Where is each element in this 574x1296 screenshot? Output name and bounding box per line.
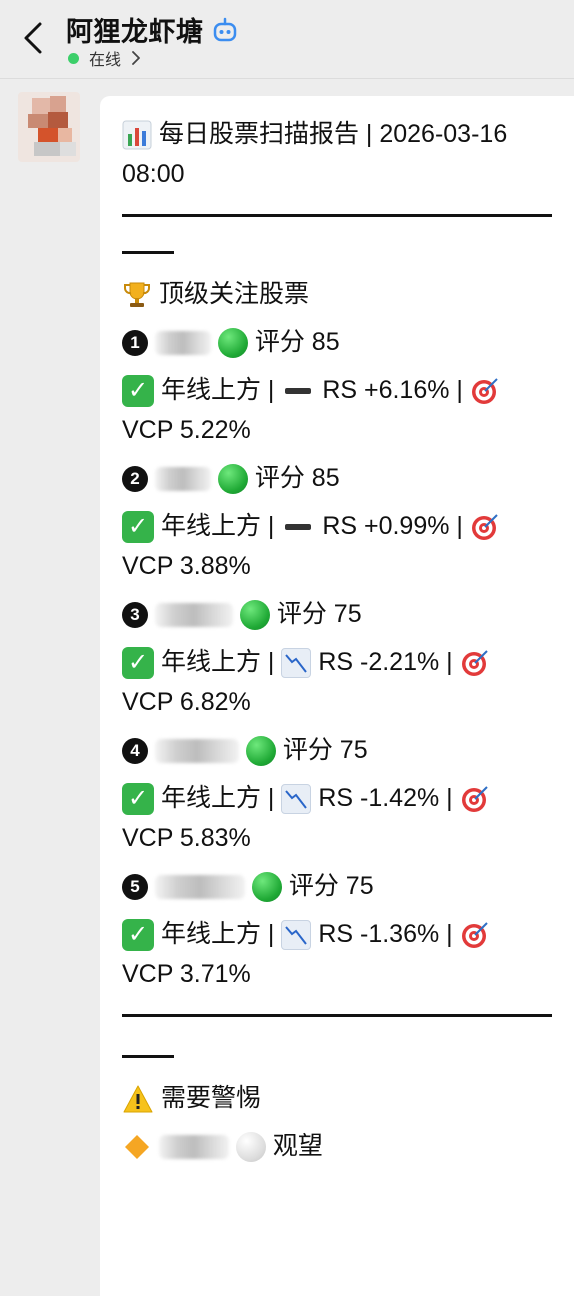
stock-item: 1 评分 85 <box>122 322 562 362</box>
section-top-watch: 顶级关注股票 <box>122 274 562 314</box>
stock-name-blurred <box>154 875 245 900</box>
rs-value: RS +6.16% | <box>322 376 463 404</box>
chat-title-row[interactable]: 阿狸龙虾塘 <box>66 10 238 49</box>
rs-value: RS -1.42% | <box>318 784 453 812</box>
alert-item: 观望 <box>122 1126 562 1166</box>
chart-decreasing-icon <box>281 648 312 679</box>
section-alert: 需要警惕 <box>122 1078 562 1118</box>
check-mark-icon: ✓ <box>122 511 154 544</box>
number-badge-icon: 2 <box>122 466 148 493</box>
chart-decreasing-icon <box>281 784 312 815</box>
online-dot-icon <box>68 52 79 64</box>
report-title-line1: 每日股票扫描报告 | 2026-03-16 <box>158 120 508 148</box>
stock-detail: ✓ 年线上方 | RS +6.16% | <box>122 370 562 410</box>
stock-score: 评分 75 <box>282 736 368 764</box>
stock-score: 评分 85 <box>254 464 340 492</box>
stock-name-blurred <box>154 739 239 764</box>
green-circle-icon <box>217 328 248 359</box>
vcp-value: VCP 5.22% <box>122 416 251 444</box>
stock-item: 4 评分 75 <box>122 730 562 770</box>
online-status[interactable]: 在线 <box>68 46 141 70</box>
target-icon <box>461 786 488 813</box>
target-icon <box>471 378 498 405</box>
rs-value: RS -2.21% | <box>318 648 453 676</box>
trend-text: 年线上方 | <box>160 376 275 404</box>
vcp-value: VCP 3.71% <box>122 960 251 988</box>
flat-dash-icon <box>285 524 312 531</box>
chart-decreasing-icon <box>281 920 312 951</box>
stock-name-blurred <box>158 1135 229 1160</box>
green-circle-icon <box>239 600 270 631</box>
flat-dash-icon <box>285 388 312 395</box>
green-circle-icon <box>251 872 282 903</box>
stock-detail: ✓ 年线上方 | RS -2.21% | <box>122 642 562 682</box>
stock-detail: ✓ 年线上方 | RS +0.99% | <box>122 506 562 546</box>
vcp-value: VCP 3.88% <box>122 552 251 580</box>
vcp-value: VCP 6.82% <box>122 688 251 716</box>
rs-value: RS +0.99% | <box>322 512 463 540</box>
chevron-right-icon <box>132 51 140 65</box>
message-bubble[interactable]: 每日股票扫描报告 | 2026-03-16 08:00 顶级关注股票 1 评分 … <box>100 96 574 1296</box>
report-title-line2: 08:00 <box>122 160 185 188</box>
target-icon <box>461 922 488 949</box>
section-alert-label: 需要警惕 <box>160 1084 261 1112</box>
report-title: 每日股票扫描报告 | 2026-03-16 <box>122 114 562 154</box>
section-top-label: 顶级关注股票 <box>158 280 309 308</box>
number-badge-icon: 5 <box>122 874 148 901</box>
trend-text: 年线上方 | <box>160 920 275 948</box>
bar-chart-icon <box>122 120 152 150</box>
check-mark-icon: ✓ <box>122 919 154 952</box>
vcp-value: VCP 5.83% <box>122 824 251 852</box>
green-circle-icon <box>245 736 276 767</box>
check-mark-icon: ✓ <box>122 647 154 680</box>
stock-name-blurred <box>154 467 211 492</box>
stock-detail: ✓ 年线上方 | RS -1.36% | <box>122 914 562 954</box>
stock-item: 3 评分 75 <box>122 594 562 634</box>
target-icon <box>471 514 498 541</box>
stock-item: 2 评分 85 <box>122 458 562 498</box>
target-icon <box>461 650 488 677</box>
trend-text: 年线上方 | <box>160 784 275 812</box>
trend-text: 年线上方 | <box>160 648 275 676</box>
stock-score: 评分 75 <box>276 600 362 628</box>
rs-value: RS -1.36% | <box>318 920 453 948</box>
orange-diamond-icon <box>125 1135 149 1160</box>
stock-item: 5 评分 75 <box>122 866 562 906</box>
stock-name-blurred <box>154 331 211 356</box>
message-content: 每日股票扫描报告 | 2026-03-16 08:00 顶级关注股票 1 评分 … <box>122 114 562 1166</box>
number-badge-icon: 3 <box>122 602 148 629</box>
stock-score: 评分 85 <box>254 328 340 356</box>
chat-header: 阿狸龙虾塘 在线 <box>0 0 574 79</box>
alert-status: 观望 <box>272 1132 323 1160</box>
check-mark-icon: ✓ <box>122 783 154 816</box>
stock-score: 评分 75 <box>288 872 374 900</box>
trend-text: 年线上方 | <box>160 512 275 540</box>
white-circle-icon <box>235 1132 266 1163</box>
check-mark-icon: ✓ <box>122 375 154 408</box>
chat-title: 阿狸龙虾塘 <box>66 17 204 47</box>
bot-icon <box>213 17 236 41</box>
stock-name-blurred <box>154 603 233 628</box>
warning-icon <box>123 1085 153 1113</box>
back-arrow-icon[interactable] <box>18 18 48 58</box>
stock-detail: ✓ 年线上方 | RS -1.42% | <box>122 778 562 818</box>
number-badge-icon: 4 <box>122 738 148 765</box>
trophy-icon <box>124 282 150 308</box>
avatar[interactable] <box>18 92 80 162</box>
number-badge-icon: 1 <box>122 330 148 357</box>
green-circle-icon <box>217 464 248 495</box>
online-status-label: 在线 <box>89 52 122 69</box>
